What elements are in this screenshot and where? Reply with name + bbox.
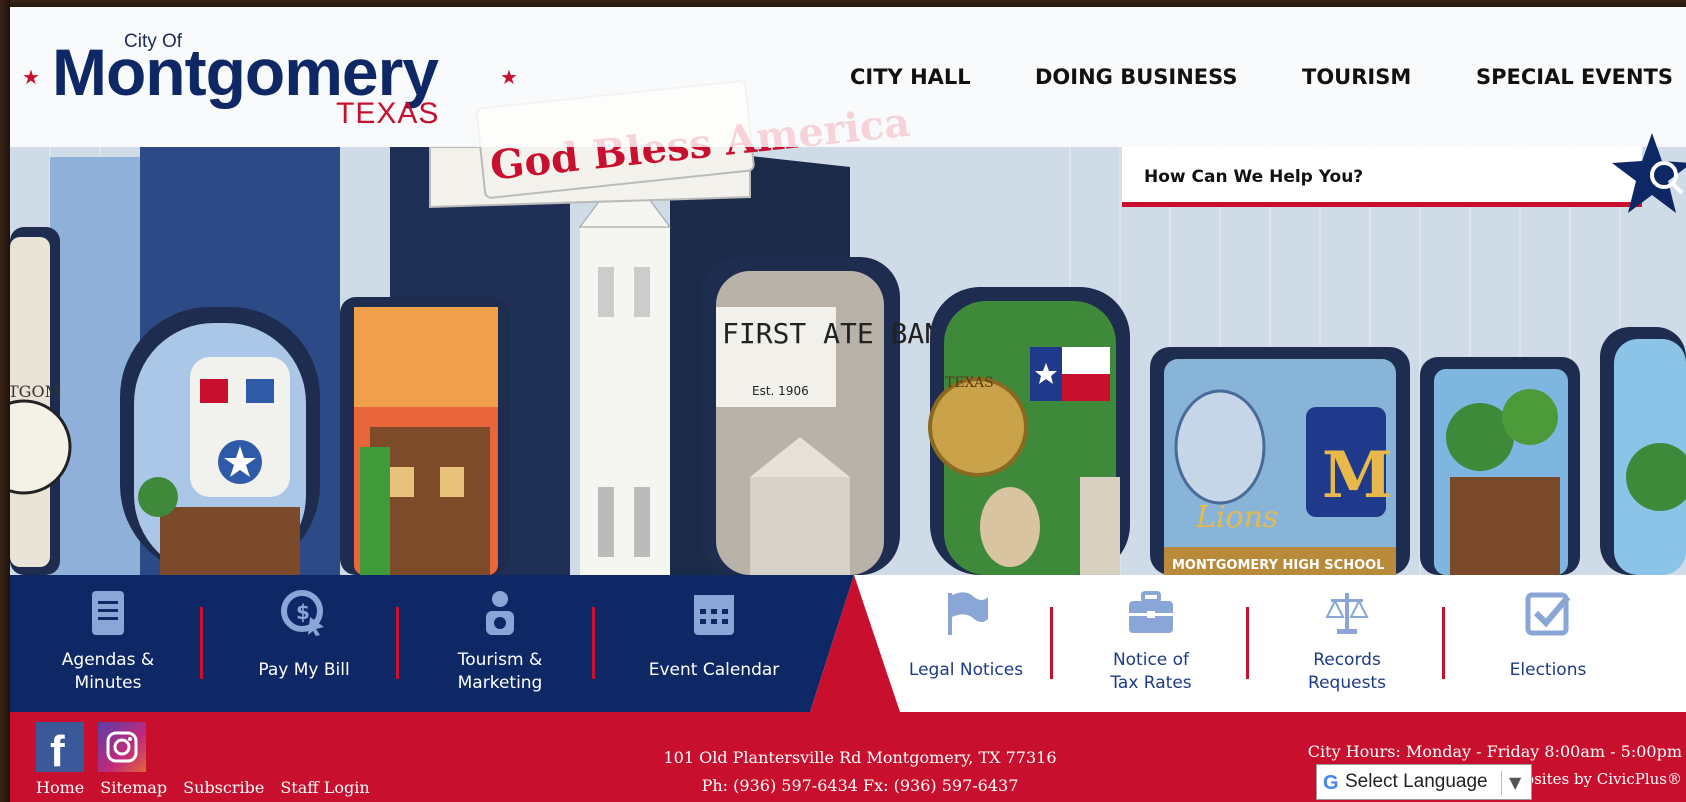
quick-link-label: Tourism & Marketing bbox=[457, 650, 543, 693]
frame-left bbox=[0, 0, 10, 802]
search-bar bbox=[1122, 133, 1686, 215]
quick-link-divider bbox=[200, 607, 203, 679]
bank-est-text: Est. 1906 bbox=[752, 384, 809, 398]
school-text: MONTGOMERY HIGH SCHOOL bbox=[1172, 558, 1384, 573]
language-select-divider bbox=[1501, 771, 1502, 795]
quick-link-divider bbox=[1246, 607, 1249, 679]
logo-city-name: Montgomery bbox=[52, 35, 439, 109]
quick-link-legal-notices[interactable]: Legal Notices bbox=[876, 575, 1056, 712]
mascot-text: Lions bbox=[1195, 500, 1278, 535]
search-input[interactable] bbox=[1144, 163, 1604, 191]
quick-link-records-requests[interactable]: Records Requests bbox=[1252, 575, 1442, 712]
quick-link-label: Records Requests bbox=[1308, 650, 1386, 693]
quick-link-elections[interactable]: Elections bbox=[1448, 575, 1648, 712]
quick-link-pay-bill[interactable]: $ Pay My Bill bbox=[206, 575, 402, 712]
search-button[interactable] bbox=[1612, 133, 1686, 217]
site-footer: f Home Sitemap Subscribe Staff Login 101… bbox=[10, 712, 1686, 802]
footer-hours: City Hours: Monday - Friday 8:00am - 5:0… bbox=[1307, 742, 1682, 761]
footer-links: Home Sitemap Subscribe Staff Login bbox=[36, 778, 370, 797]
hero-mural: TGOM FIRST ATE BANK Est. 1906 TEXAS M Li… bbox=[10, 7, 1686, 575]
site-header: ★ City Of Montgomery TEXAS ★ CITY HALL D… bbox=[10, 7, 1686, 147]
nav-doing-business[interactable]: DOING BUSINESS bbox=[1035, 65, 1237, 89]
quick-link-event-calendar[interactable]: Event Calendar bbox=[598, 575, 830, 712]
person-icon bbox=[486, 591, 514, 635]
scales-icon bbox=[1325, 593, 1369, 634]
footer-link-sitemap[interactable]: Sitemap bbox=[100, 778, 167, 797]
quick-link-divider bbox=[1442, 607, 1445, 679]
quick-link-label: Pay My Bill bbox=[258, 660, 350, 680]
quick-link-label: Elections bbox=[1509, 660, 1587, 680]
briefcase-icon bbox=[1129, 591, 1173, 633]
quick-link-agendas[interactable]: Agendas & Minutes bbox=[10, 575, 206, 712]
chevron-down-icon: ▼ bbox=[1509, 773, 1522, 792]
quick-links: Agendas & Minutes $ Pay My Bill Tourism … bbox=[10, 575, 1686, 712]
google-icon: G bbox=[1323, 772, 1339, 794]
search-box bbox=[1122, 147, 1642, 207]
flag-icon bbox=[948, 592, 988, 635]
nav-special-events[interactable]: SPECIAL EVENTS bbox=[1476, 65, 1673, 89]
footer-link-staff-login[interactable]: Staff Login bbox=[280, 778, 369, 797]
svg-text:$: $ bbox=[296, 600, 310, 624]
instagram-link[interactable] bbox=[98, 722, 146, 772]
quick-link-label: Agendas & Minutes bbox=[61, 650, 155, 693]
quick-link-label: Event Calendar bbox=[648, 660, 780, 680]
svg-text:f: f bbox=[50, 727, 65, 772]
footer-phone: Ph: (936) 597-6434 Fx: (936) 597-6437 bbox=[701, 776, 1019, 795]
checkbox-icon bbox=[1525, 592, 1571, 636]
nav-tourism[interactable]: TOURISM bbox=[1302, 65, 1411, 89]
calendar-icon bbox=[694, 595, 734, 635]
quick-link-divider bbox=[592, 607, 595, 679]
star-icon-right: ★ bbox=[500, 65, 518, 89]
footer-address: 101 Old Plantersville Rd Montgomery, TX … bbox=[663, 748, 1057, 767]
language-select-label: Select Language bbox=[1345, 771, 1488, 792]
mascot-m: M bbox=[1322, 438, 1393, 513]
search-icon bbox=[1612, 133, 1686, 213]
document-icon bbox=[92, 591, 124, 635]
quick-link-tourism[interactable]: Tourism & Marketing bbox=[402, 575, 598, 712]
clock-text: TGOM bbox=[10, 382, 61, 401]
quick-link-label: Notice of Tax Rates bbox=[1110, 650, 1192, 693]
instagram-icon bbox=[106, 731, 138, 763]
facebook-link[interactable]: f bbox=[36, 722, 84, 776]
quick-link-tax-rates[interactable]: Notice of Tax Rates bbox=[1056, 575, 1246, 712]
footer-link-home[interactable]: Home bbox=[36, 778, 84, 797]
star-icon-left: ★ bbox=[22, 65, 40, 89]
site-logo[interactable]: ★ City Of Montgomery TEXAS ★ bbox=[22, 27, 518, 137]
nav-city-hall[interactable]: CITY HALL bbox=[850, 65, 971, 89]
bank-sign-text: FIRST ATE BANK bbox=[722, 317, 958, 350]
logo-state: TEXAS bbox=[336, 97, 440, 130]
pay-bill-icon: $ bbox=[281, 590, 324, 636]
facebook-icon: f bbox=[50, 727, 65, 776]
quick-link-divider bbox=[1050, 607, 1053, 679]
page: TGOM FIRST ATE BANK Est. 1906 TEXAS M Li… bbox=[10, 7, 1686, 802]
quick-link-label: Legal Notices bbox=[908, 660, 1024, 680]
quick-link-divider bbox=[396, 607, 399, 679]
footer-link-subscribe[interactable]: Subscribe bbox=[183, 778, 264, 797]
frame-top bbox=[0, 0, 1686, 7]
seal-text: TEXAS bbox=[945, 375, 994, 391]
language-select[interactable]: G Select Language ▼ bbox=[1316, 764, 1532, 800]
